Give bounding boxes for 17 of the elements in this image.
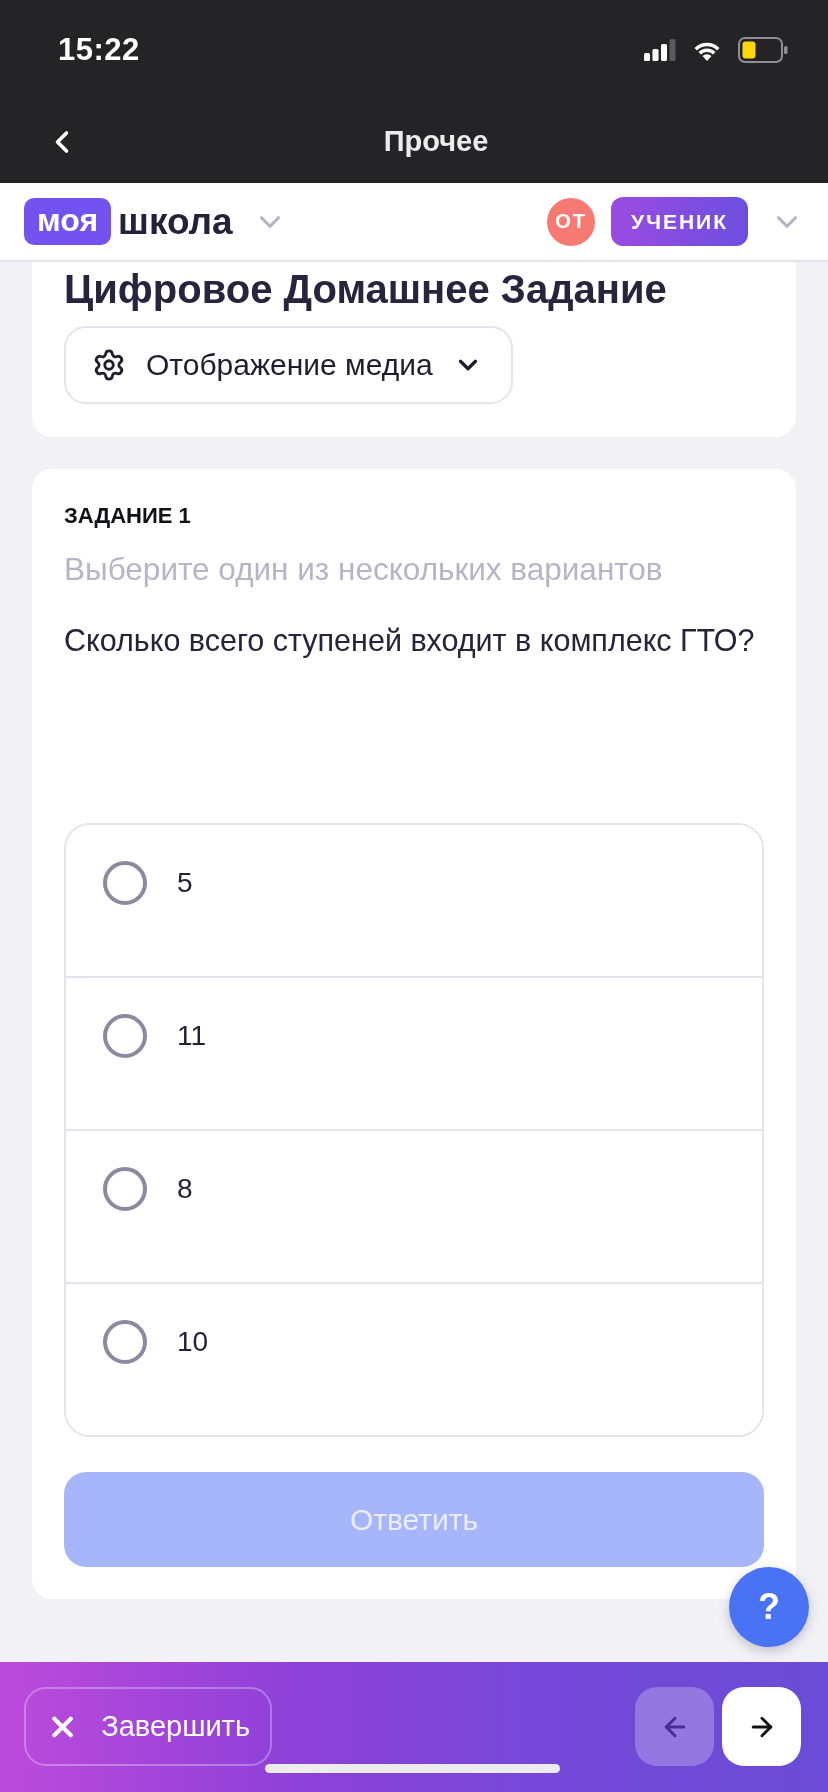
signal-icon (644, 39, 676, 61)
task-instruction: Выберите один из нескольких вариантов (64, 551, 664, 587)
finish-button[interactable]: Завершить (24, 1687, 272, 1766)
media-display-dropdown[interactable]: Отображение медиа (64, 326, 513, 404)
gear-icon (92, 348, 126, 382)
answer-option[interactable]: 10 (66, 1282, 762, 1435)
logo-badge[interactable]: моя (24, 198, 112, 245)
role-button[interactable]: УЧЕНИК (611, 197, 748, 246)
next-button[interactable] (722, 1687, 801, 1766)
task-question: Сколько всего ступеней входит в комплекс ГТО? (64, 622, 756, 658)
logo-text[interactable]: школа (118, 200, 233, 243)
status-time: 15:22 (58, 32, 140, 68)
homework-title: Цифровое Домашнее Задание (64, 266, 667, 312)
battery-icon (738, 37, 788, 63)
task-heading: ЗАДАНИЕ 1 (64, 502, 192, 530)
help-button[interactable]: ? (729, 1567, 809, 1647)
page-title: Прочее (383, 125, 489, 158)
